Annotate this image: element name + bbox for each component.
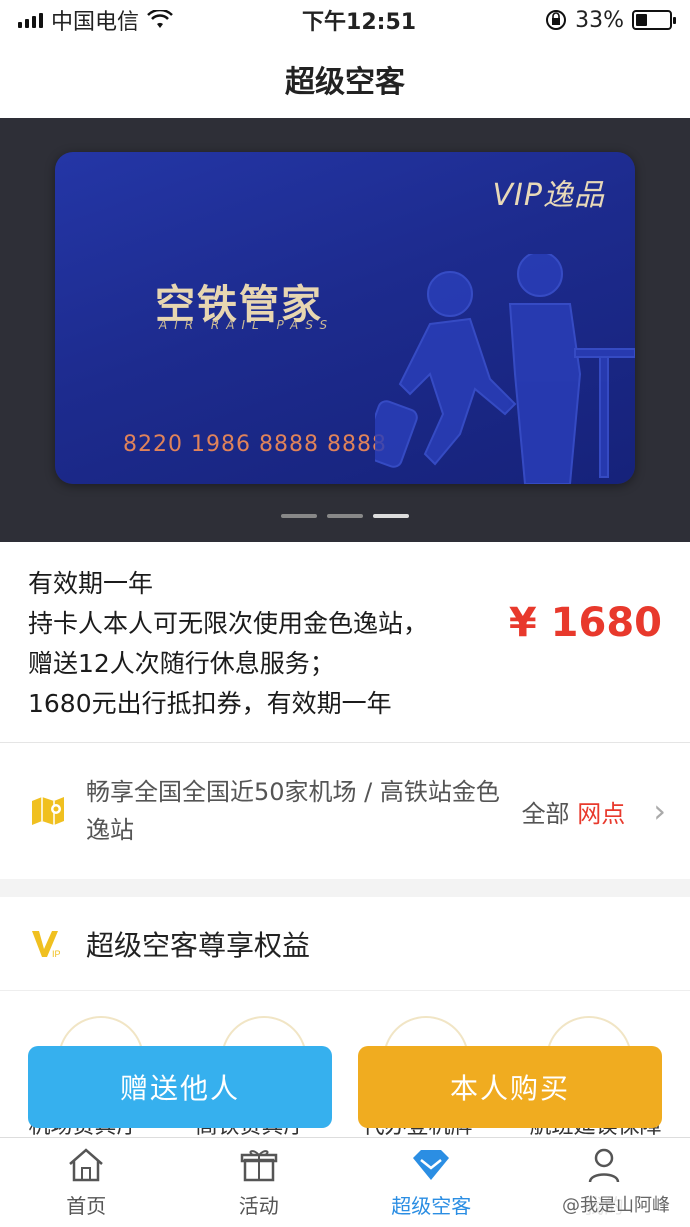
battery-level [635,14,647,26]
section-gap [0,879,690,897]
vip-card-image: VIP逸品 空铁管家 AIR RAIL PASS 8220 1986 8888 … [55,152,635,484]
all-label: 全部 [521,799,570,828]
tab-home[interactable]: 首页 [0,1138,173,1227]
outlets-label: 网点 [577,799,626,828]
info-line: 有效期一年 [28,569,154,598]
card-number: 8220 1986 8888 8888 [123,432,387,457]
product-info: 有效期一年 持卡人本人可无限次使用金色逸站， 赠送12人次随行休息服务； 168… [0,542,690,742]
battery-icon [631,10,676,30]
map-icon [32,797,64,825]
home-icon [69,1148,104,1182]
battery-percent: 33% [575,7,624,33]
tab-super-airbus[interactable]: 超级空客 [345,1138,518,1227]
status-bar: 中国电信 下午12:51 33% [0,0,690,40]
card-logo-sub: AIR RAIL PASS [159,318,335,332]
svg-text:IP: IP [52,949,61,959]
clock: 下午12:51 [302,10,417,35]
wifi-icon [147,10,173,28]
carousel-dot[interactable] [327,514,363,518]
stations-description: 畅享全国全国近50家机场 / 高铁站金色逸站 [86,778,500,844]
tab-activities[interactable]: 活动 [173,1138,346,1227]
carousel-dot[interactable] [281,514,317,518]
tab-label: 活动 [238,1194,279,1218]
gift-button[interactable]: 赠送他人 [28,1046,332,1128]
buy-button[interactable]: 本人购买 [358,1046,662,1128]
travelers-illustration-icon [375,254,635,484]
price-label: ¥ 1680 [508,600,662,646]
status-left: 中国电信 [18,4,173,36]
diamond-icon [413,1150,450,1180]
info-line: 赠送12人次随行休息服务； [28,649,335,678]
banner-carousel[interactable]: VIP逸品 空铁管家 AIR RAIL PASS 8220 1986 8888 … [0,118,690,542]
nav-bar: 超级空客 [0,40,690,118]
carousel-dot[interactable] [373,514,409,518]
user-icon [588,1148,619,1183]
card-vip-label: VIP逸品 [492,178,605,213]
tab-label: 超级空客 [391,1194,472,1218]
chevron-right-icon: › [653,792,666,830]
all-outlets-link[interactable]: 全部 网点 [522,794,626,829]
carousel-indicator [0,514,690,518]
carrier-label: 中国电信 [51,10,140,35]
signal-icon [18,12,43,28]
benefits-header: IP 超级空客尊享权益 [0,897,690,991]
info-line: 1680元出行抵扣券，有效期一年 [28,689,392,718]
watermark: @我是山阿峰 [556,1189,676,1219]
orientation-lock-icon [546,10,567,30]
stations-row[interactable]: 畅享全国全国近50家机场 / 高铁站金色逸站 全部 网点 › [0,743,690,879]
vip-icon: IP [32,930,61,959]
status-right: 33% [545,7,676,33]
benefits-title: 超级空客尊享权益 [86,928,311,962]
tab-label: 首页 [66,1194,107,1218]
gift-icon [240,1150,277,1182]
page-title: 超级空客 [285,65,405,100]
